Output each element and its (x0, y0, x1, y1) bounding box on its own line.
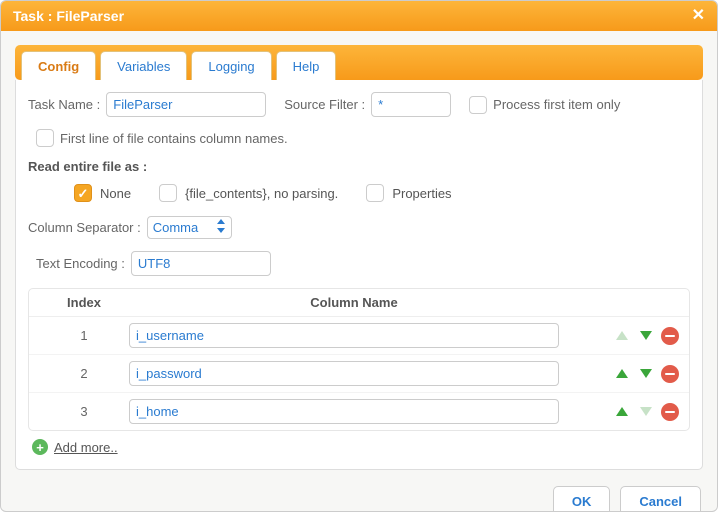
config-panel: Task Name : Source Filter : Process firs… (15, 80, 703, 470)
tab-help[interactable]: Help (276, 51, 337, 80)
radio-none-label: None (100, 186, 131, 201)
process-first-label: Process first item only (493, 97, 620, 112)
tab-logging[interactable]: Logging (191, 51, 271, 80)
text-encoding-input[interactable] (131, 251, 271, 276)
table-header: Index Column Name (29, 289, 689, 317)
remove-row-icon[interactable] (661, 327, 679, 345)
row-firstline: First line of file contains column names… (28, 129, 690, 147)
cancel-button[interactable]: Cancel (620, 486, 701, 512)
tabstrip: ConfigVariablesLoggingHelp (15, 45, 703, 80)
move-up-icon (613, 327, 631, 345)
row-encoding: Text Encoding : (28, 251, 690, 276)
table-row: 2 (29, 354, 689, 392)
column-name-input[interactable] (129, 323, 559, 348)
move-up-icon[interactable] (613, 365, 631, 383)
add-icon[interactable]: + (32, 439, 48, 455)
column-name-input[interactable] (129, 399, 559, 424)
read-as-options: None {file_contents}, no parsing. Proper… (28, 184, 690, 202)
table-row: 1 (29, 317, 689, 354)
close-icon[interactable]: ✕ (692, 8, 705, 24)
radio-file-contents[interactable] (159, 184, 177, 202)
titlebar: Task : FileParser ✕ (1, 1, 717, 31)
radio-properties-label: Properties (392, 186, 451, 201)
row-index: 1 (39, 328, 129, 343)
remove-row-icon[interactable] (661, 403, 679, 421)
tab-config[interactable]: Config (21, 51, 96, 80)
move-down-icon (637, 403, 655, 421)
process-first-checkbox[interactable] (469, 96, 487, 114)
header-column-name: Column Name (129, 295, 579, 310)
source-filter-label: Source Filter : (284, 97, 365, 112)
task-dialog: Task : FileParser ✕ ConfigVariablesLoggi… (0, 0, 718, 512)
columns-table: Index Column Name 1 2 3 (28, 288, 690, 431)
move-up-icon[interactable] (613, 403, 631, 421)
row-separator: Column Separator : Comma (28, 216, 690, 239)
radio-none[interactable] (74, 184, 92, 202)
move-down-icon[interactable] (637, 365, 655, 383)
add-more-row: + Add more.. (28, 431, 690, 455)
row-taskname: Task Name : Source Filter : Process firs… (28, 92, 690, 117)
add-more-link[interactable]: Add more.. (54, 440, 118, 455)
dialog-body: ConfigVariablesLoggingHelp Task Name : S… (1, 31, 717, 476)
remove-row-icon[interactable] (661, 365, 679, 383)
task-name-label: Task Name : (28, 97, 100, 112)
row-index: 2 (39, 366, 129, 381)
text-encoding-label: Text Encoding : (36, 256, 125, 271)
dialog-footer: OK Cancel (1, 476, 717, 512)
row-index: 3 (39, 404, 129, 419)
ok-button[interactable]: OK (553, 486, 611, 512)
task-name-input[interactable] (106, 92, 266, 117)
tab-variables[interactable]: Variables (100, 51, 187, 80)
column-name-input[interactable] (129, 361, 559, 386)
source-filter-input[interactable] (371, 92, 451, 117)
column-separator-label: Column Separator : (28, 220, 141, 235)
radio-file-contents-label: {file_contents}, no parsing. (185, 186, 338, 201)
column-separator-select[interactable]: Comma (147, 216, 232, 239)
move-down-icon[interactable] (637, 327, 655, 345)
read-as-label: Read entire file as : (28, 159, 690, 174)
header-index: Index (39, 295, 129, 310)
radio-properties[interactable] (366, 184, 384, 202)
table-row: 3 (29, 392, 689, 430)
first-line-checkbox[interactable] (36, 129, 54, 147)
first-line-label: First line of file contains column names… (60, 131, 288, 146)
dialog-title: Task : FileParser (13, 8, 124, 24)
